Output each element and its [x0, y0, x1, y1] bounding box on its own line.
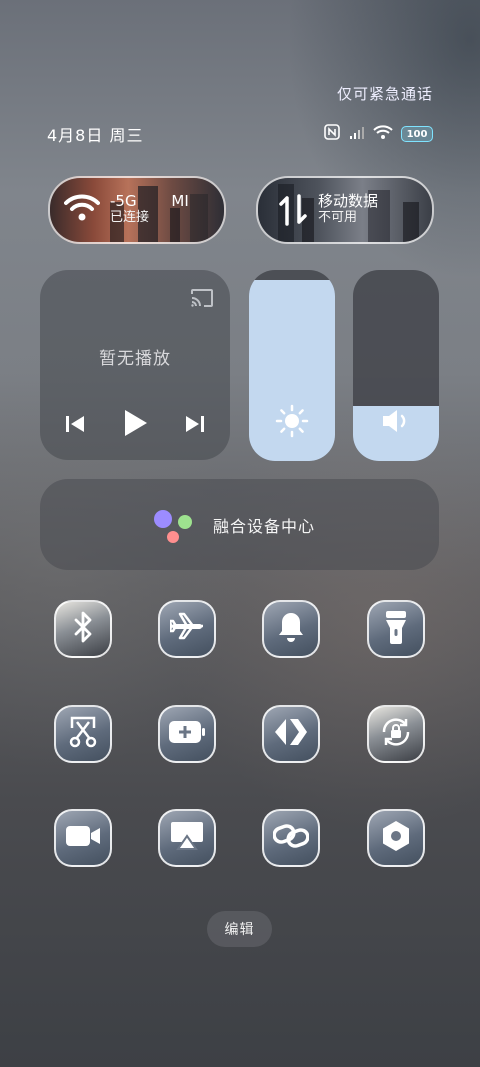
nfc-icon [323, 123, 341, 145]
flashlight-icon [385, 610, 407, 648]
mobile-data-tile[interactable]: 移动数据 不可用 [256, 176, 434, 244]
screen-record-toggle[interactable] [54, 809, 112, 867]
status-bar-icons: 100 [323, 123, 433, 145]
link-toggle[interactable] [262, 809, 320, 867]
fusion-device-center[interactable]: 融合设备中心 [40, 479, 439, 570]
wifi-status: 已连接 [110, 210, 150, 225]
bluetooth-icon [72, 611, 94, 647]
volume-slider[interactable] [353, 270, 439, 461]
wifi-icon [64, 193, 100, 227]
wifi-tile[interactable]: -5G MI 已连接 [48, 176, 226, 244]
wifi-status-icon [373, 124, 393, 144]
link-icon [272, 823, 310, 853]
airplane-mode-toggle[interactable] [158, 600, 216, 658]
battery-saver-toggle[interactable] [158, 705, 216, 763]
rotation-lock-icon [379, 715, 413, 753]
media-player-card[interactable]: 暂无播放 [40, 270, 230, 460]
brightness-icon [249, 403, 335, 439]
battery-indicator: 100 [401, 126, 433, 142]
date-label: 4月8日 周三 [47, 126, 144, 145]
settings-toggle[interactable] [367, 809, 425, 867]
play-icon[interactable] [123, 408, 149, 442]
screencast-toggle[interactable] [158, 809, 216, 867]
bluetooth-toggle[interactable] [54, 600, 112, 658]
screenshot-icon [68, 716, 98, 752]
next-track-icon[interactable] [185, 414, 205, 438]
screenshot-toggle[interactable] [54, 705, 112, 763]
fusion-device-icon [152, 509, 194, 549]
airplane-icon [168, 612, 204, 646]
mobile-data-label: 移动数据 [318, 192, 379, 210]
emergency-call-text: 仅可紧急通话 [336, 85, 433, 103]
brightness-slider[interactable] [249, 270, 335, 461]
screen-record-icon [65, 824, 101, 852]
volume-icon [353, 407, 439, 435]
wifi-network-name-suffix: MI [171, 192, 189, 210]
bell-icon [277, 611, 305, 647]
fusion-device-label: 融合设备中心 [213, 517, 316, 536]
dataflow-icon [274, 717, 308, 751]
battery-saver-icon [168, 720, 206, 748]
ringer-toggle[interactable] [262, 600, 320, 658]
mobile-data-icon [278, 192, 308, 232]
signal-icon [349, 125, 365, 144]
media-title: 暂无播放 [99, 349, 171, 369]
mobile-data-status: 不可用 [318, 210, 358, 225]
cast-icon[interactable] [190, 288, 214, 312]
flashlight-toggle[interactable] [367, 600, 425, 658]
wifi-network-name: -5G [110, 192, 137, 210]
previous-track-icon[interactable] [65, 414, 85, 438]
dataflow-toggle[interactable] [262, 705, 320, 763]
edit-button[interactable]: 编辑 [207, 911, 272, 947]
screencast-icon [170, 821, 204, 855]
rotation-lock-toggle[interactable] [367, 705, 425, 763]
settings-icon [380, 820, 412, 856]
